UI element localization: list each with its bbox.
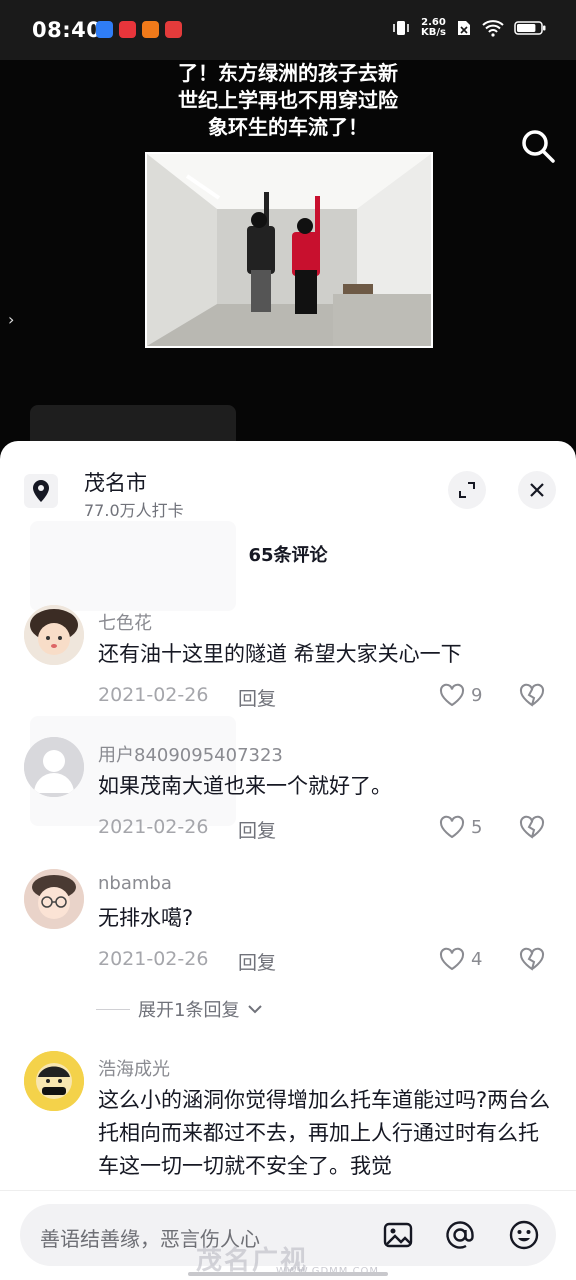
avatar[interactable] — [24, 1051, 84, 1111]
video-player[interactable]: 了！东方绿洲的孩子去新 世纪上学再也不用穿过险 象环生的车流了！ › — [0, 60, 576, 460]
comment-date: 2021-02-26 — [98, 816, 209, 838]
comments-sheet: 茂名市 77.0万人打卡 65条评论 七色花 还有油十这里的隧道 希望大家关心一… — [0, 441, 576, 1280]
reply-button[interactable]: 回复 — [238, 684, 276, 711]
expand-replies-button[interactable]: 展开1条回复 — [96, 996, 263, 1022]
like-count: 4 — [471, 948, 483, 970]
avatar[interactable] — [24, 737, 84, 797]
status-bar: 08:40 2.60 KB/s — [0, 0, 576, 60]
like-button[interactable]: 9 — [439, 683, 482, 707]
avatar[interactable] — [24, 605, 84, 665]
location-name[interactable]: 茂名市 — [84, 467, 147, 497]
at-mention-icon[interactable] — [444, 1219, 476, 1251]
like-count: 9 — [471, 684, 483, 706]
expand-icon — [459, 482, 475, 498]
broken-heart-icon[interactable] — [518, 947, 546, 971]
no-sim-icon — [458, 21, 470, 35]
close-button[interactable] — [518, 471, 556, 509]
comment-username[interactable]: 浩海成光 — [98, 1055, 170, 1081]
like-button[interactable]: 4 — [439, 947, 482, 971]
home-indicator[interactable] — [188, 1272, 388, 1276]
broken-heart-icon[interactable] — [518, 815, 546, 839]
wifi-icon — [482, 20, 504, 37]
heart-icon — [439, 683, 465, 707]
heart-icon — [439, 815, 465, 839]
expand-replies-label: 展开1条回复 — [138, 1000, 240, 1021]
app-notification-icon — [119, 21, 136, 38]
reply-button[interactable]: 回复 — [238, 816, 276, 843]
divider — [96, 1008, 130, 1010]
comment-text[interactable]: 如果茂南大道也来一个就好了。 — [98, 770, 554, 803]
comment-username[interactable]: 用户8409095407323 — [98, 741, 283, 767]
like-count: 5 — [471, 816, 483, 838]
close-icon — [530, 483, 544, 497]
vibrate-icon — [393, 21, 409, 35]
search-icon[interactable] — [518, 126, 558, 166]
chevron-down-icon — [248, 1005, 263, 1014]
heart-icon — [439, 947, 465, 971]
video-caption: 了！东方绿洲的孩子去新 世纪上学再也不用穿过险 象环生的车流了！ — [178, 61, 398, 139]
broken-heart-icon[interactable] — [518, 683, 546, 707]
net-speed: 2.60 KB/s — [421, 17, 446, 38]
location-checkins: 77.0万人打卡 — [84, 501, 184, 520]
avatar[interactable] — [24, 869, 84, 929]
image-icon[interactable] — [382, 1219, 414, 1251]
fullscreen-button[interactable] — [448, 471, 486, 509]
app-notification-icon — [96, 21, 113, 38]
app-notification-icon — [142, 21, 159, 38]
chevron-right-icon[interactable]: › — [8, 310, 14, 329]
status-time: 08:40 — [32, 18, 102, 42]
comment-username[interactable]: nbamba — [98, 873, 172, 894]
comment-username[interactable]: 七色花 — [98, 609, 152, 635]
reply-button[interactable]: 回复 — [238, 948, 276, 975]
video-frame-image — [145, 152, 433, 348]
like-button[interactable]: 5 — [439, 815, 482, 839]
comment-date: 2021-02-26 — [98, 948, 209, 970]
comment-text[interactable]: 这么小的涵洞你觉得增加么托车道能过吗?两台么托相向而来都过不去，再加上人行通过时… — [98, 1084, 554, 1183]
notification-icons — [96, 21, 182, 38]
emoji-icon[interactable] — [508, 1219, 540, 1251]
app-notification-icon — [165, 21, 182, 38]
location-pin-icon[interactable] — [24, 474, 58, 508]
comment-date: 2021-02-26 — [98, 684, 209, 706]
comment-text[interactable]: 无排水噶? — [98, 902, 554, 935]
battery-icon — [514, 21, 546, 35]
comment-count: 65条评论 — [248, 545, 328, 566]
comment-text[interactable]: 还有油十这里的隧道 希望大家关心一下 — [98, 638, 554, 671]
